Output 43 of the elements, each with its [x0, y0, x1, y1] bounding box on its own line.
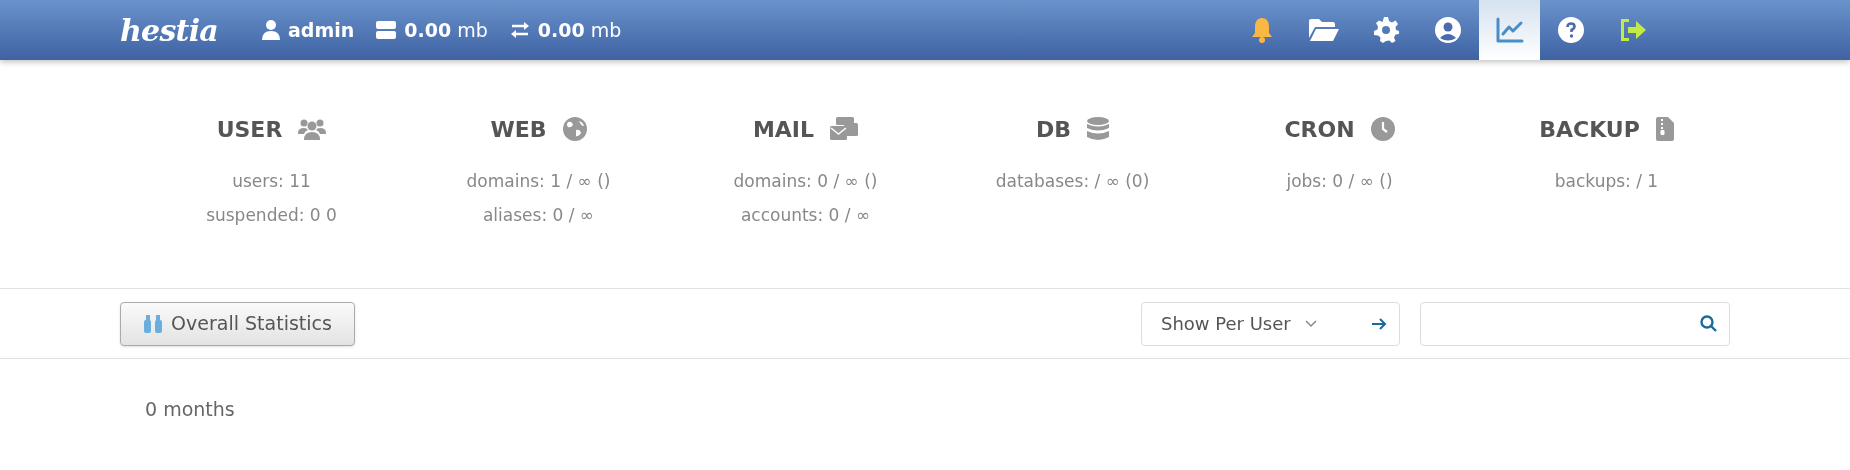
arrow-right-icon[interactable]	[1371, 316, 1387, 331]
users-icon	[298, 118, 327, 140]
chevron-down-icon	[1304, 319, 1317, 328]
stat-title[interactable]: MAIL	[752, 112, 815, 146]
stat-line: domains: 0 / ∞ ()	[733, 170, 878, 193]
bell-icon	[1251, 17, 1273, 43]
search-field[interactable]	[1420, 301, 1730, 346]
globe-icon	[562, 117, 587, 141]
logout-icon	[1619, 18, 1647, 42]
stat-line: databases: / ∞ (0)	[995, 170, 1150, 193]
user-icon	[262, 20, 280, 40]
mail-icon	[830, 117, 859, 141]
settings-icon	[1373, 17, 1399, 43]
chart-icon	[1495, 17, 1524, 43]
period-text: 0 months	[145, 397, 236, 422]
stat-title[interactable]: WEB	[490, 112, 547, 146]
zip-file-icon	[1655, 117, 1674, 141]
logo[interactable]: hestia	[120, 7, 218, 53]
overall-statistics-button[interactable]: Overall Statistics	[120, 301, 355, 346]
disk-usage: 0.00 mb	[404, 17, 488, 43]
search-icon[interactable]	[1700, 315, 1717, 332]
nav-tab[interactable]	[1479, 0, 1540, 60]
username[interactable]: admin	[288, 15, 355, 45]
stat-line: accounts: 0 / ∞	[740, 204, 871, 227]
stat-title[interactable]: BACKUP	[1539, 112, 1640, 146]
stat-line: domains: 1 / ∞ ()	[466, 170, 611, 193]
clock-icon	[1370, 117, 1395, 141]
transfer-icon	[509, 21, 530, 39]
stat-title[interactable]: DB	[1036, 112, 1071, 146]
stat-title[interactable]: CRON	[1284, 112, 1355, 146]
drive-icon	[376, 21, 397, 39]
stat-line: users: 11	[232, 170, 311, 193]
database-icon	[1087, 117, 1109, 141]
folder-icon	[1309, 18, 1339, 42]
stat-line: jobs: 0 / ∞ ()	[1286, 170, 1393, 193]
stat-line: backups: / 1	[1554, 170, 1659, 193]
show-per-user-select[interactable]: Show Per User	[1141, 301, 1400, 346]
account-icon	[1435, 17, 1461, 43]
bandwidth-usage: 0.00 mb	[537, 17, 622, 43]
help-icon	[1558, 17, 1584, 43]
stat-title[interactable]: USER	[216, 112, 283, 146]
stat-line: suspended: 0 0	[206, 204, 337, 227]
stat-line: aliases: 0 / ∞	[482, 204, 595, 227]
